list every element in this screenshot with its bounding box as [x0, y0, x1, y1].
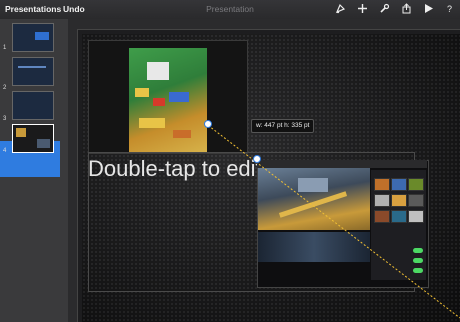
resize-handle[interactable]: [204, 120, 212, 128]
resize-guide-line: [204, 122, 460, 319]
resize-handle[interactable]: [253, 155, 261, 163]
